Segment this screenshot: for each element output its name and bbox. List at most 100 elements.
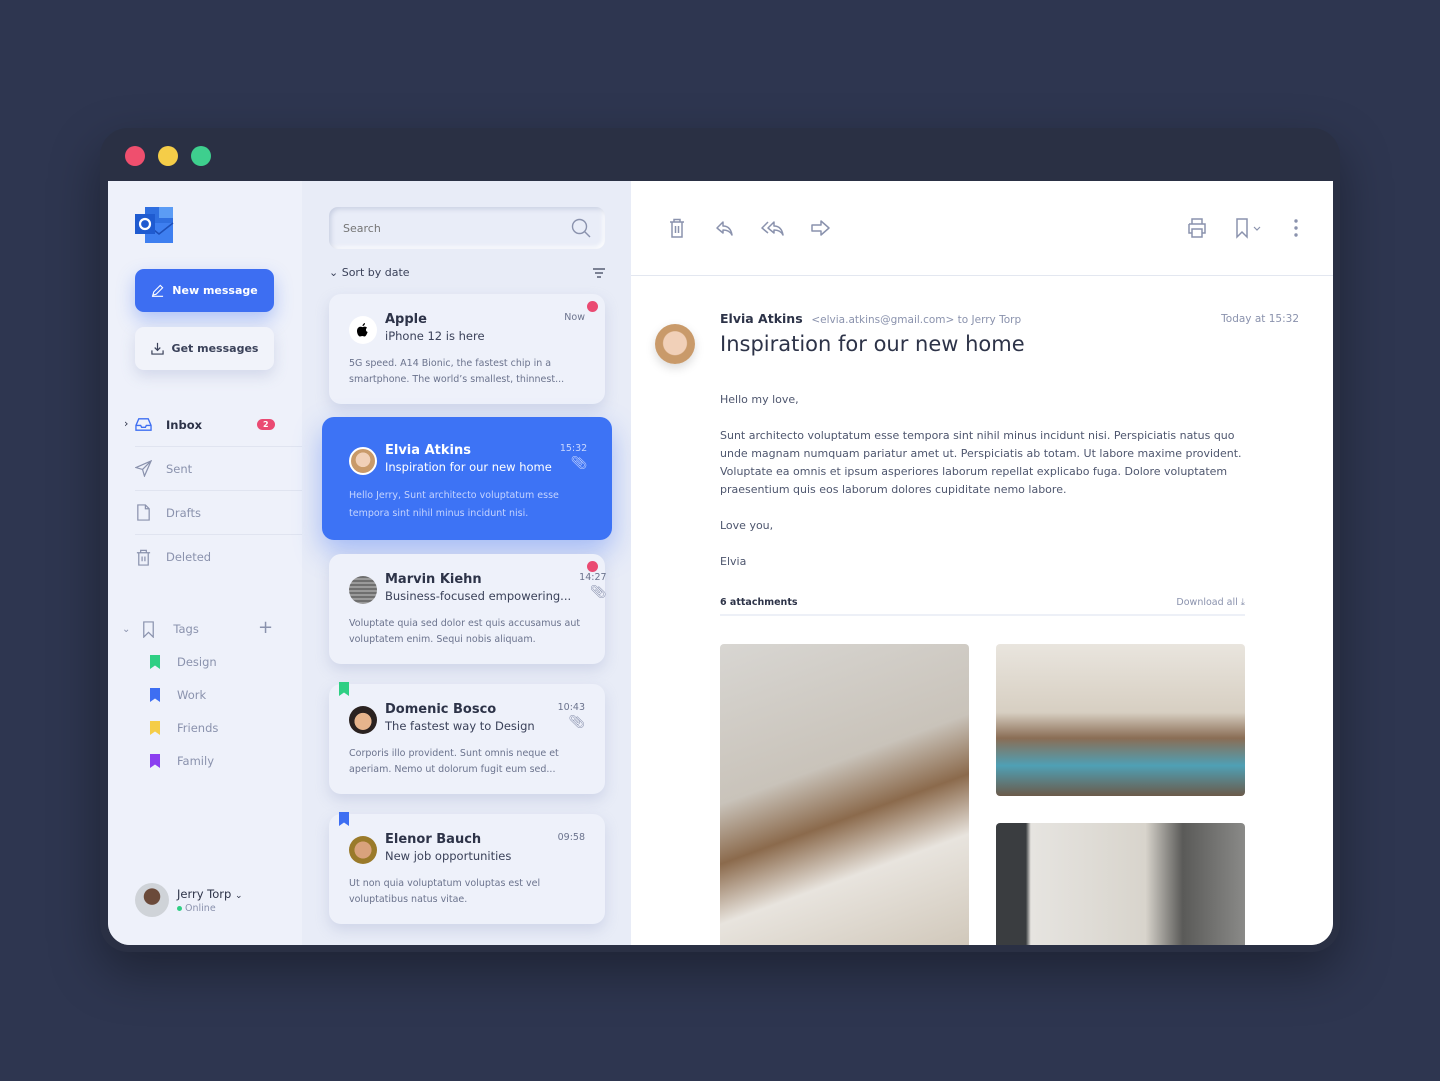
sender-name: Elvia Atkins bbox=[385, 443, 471, 458]
message-list: ⌄ Sort by date Apple iPhone 12 is here No… bbox=[302, 181, 631, 945]
chevron-down-icon: ⌄ bbox=[122, 623, 131, 635]
message-subject: Inspiration for our new home bbox=[385, 460, 552, 474]
reading-pane: Elvia Atkins <elvia.atkins@gmail.com> to… bbox=[631, 181, 1333, 945]
tag-label: Work bbox=[177, 688, 207, 702]
tag-icon bbox=[150, 655, 160, 669]
body-paragraph: Love you, bbox=[720, 519, 774, 532]
body-paragraph: Sunt architecto voluptatum esse tempora … bbox=[720, 429, 1242, 496]
user-name: Jerry Torp bbox=[177, 886, 232, 901]
avatar bbox=[349, 836, 377, 864]
tag-work[interactable]: Work bbox=[150, 688, 206, 702]
download-all-label: Download all bbox=[1176, 597, 1238, 608]
sidebar-item-label: Deleted bbox=[166, 550, 212, 564]
filter-icon[interactable] bbox=[593, 267, 605, 278]
get-messages-button[interactable]: Get messages bbox=[135, 327, 274, 370]
attachments-header: 6 attachments Download all ⤓ bbox=[720, 597, 1245, 616]
new-message-button[interactable]: New message bbox=[135, 269, 274, 312]
forward-icon[interactable] bbox=[810, 217, 832, 239]
attachment-image[interactable] bbox=[996, 823, 1245, 945]
sort-control[interactable]: ⌄ Sort by date bbox=[329, 266, 605, 279]
avatar bbox=[349, 706, 377, 734]
attachment-image[interactable] bbox=[996, 644, 1245, 796]
tag-label: Friends bbox=[177, 721, 219, 735]
minimize-button[interactable] bbox=[158, 146, 178, 166]
tag-icon bbox=[150, 721, 160, 735]
paperclip-icon: 📎︎ bbox=[590, 585, 607, 600]
send-icon bbox=[135, 460, 152, 477]
chevron-right-icon[interactable]: › bbox=[124, 417, 128, 430]
sidebar-item-inbox[interactable]: Inbox 2 bbox=[135, 403, 302, 447]
tag-label: Design bbox=[177, 655, 217, 669]
attachment-image[interactable] bbox=[720, 644, 969, 945]
reply-icon[interactable] bbox=[714, 217, 736, 239]
get-messages-label: Get messages bbox=[171, 342, 259, 355]
sidebar-item-label: Sent bbox=[166, 461, 193, 476]
tag-icon bbox=[150, 688, 160, 702]
message-time: 14:27 bbox=[579, 572, 607, 583]
message-time: 09:58 bbox=[557, 832, 585, 843]
tag-friends[interactable]: Friends bbox=[150, 721, 218, 735]
tag-design[interactable]: Design bbox=[150, 655, 217, 669]
message-header: Elvia Atkins <elvia.atkins@gmail.com> to… bbox=[720, 311, 1299, 356]
message-preview: Corporis illo provident. Sunt omnis nequ… bbox=[349, 748, 559, 775]
maximize-button[interactable] bbox=[191, 146, 211, 166]
sender-avatar bbox=[655, 324, 695, 364]
status-dot bbox=[177, 905, 182, 911]
message-subject: The fastest way to Design bbox=[385, 719, 535, 733]
more-icon[interactable] bbox=[1285, 217, 1307, 239]
list-item[interactable]: Apple iPhone 12 is here Now 5G speed. A14… bbox=[329, 294, 605, 404]
bookmark-dropdown-icon[interactable] bbox=[1234, 217, 1266, 239]
sidebar-item-label: Drafts bbox=[166, 505, 201, 520]
search-input[interactable] bbox=[343, 221, 488, 235]
trash-icon bbox=[136, 549, 151, 566]
close-button[interactable] bbox=[125, 146, 145, 166]
search-icon[interactable] bbox=[571, 218, 591, 238]
reply-all-icon[interactable] bbox=[761, 217, 787, 239]
unread-dot bbox=[587, 561, 598, 572]
avatar bbox=[349, 447, 377, 475]
list-item-selected[interactable]: Elvia Atkins Inspiration for our new home… bbox=[322, 417, 612, 540]
download-all-button[interactable]: Download all ⤓ bbox=[1176, 597, 1245, 608]
sidebar-item-drafts[interactable]: Drafts bbox=[135, 491, 302, 535]
message-preview: Voluptate quia sed dolor est quis accusa… bbox=[349, 618, 581, 645]
add-tag-button[interactable]: + bbox=[258, 617, 273, 638]
user-profile[interactable]: Jerry Torp ⌄ Online bbox=[135, 883, 243, 917]
message-subject: New job opportunities bbox=[385, 849, 512, 863]
list-item[interactable]: Domenic Bosco The fastest way to Design 1… bbox=[329, 682, 605, 794]
print-icon[interactable] bbox=[1186, 217, 1208, 239]
pencil-icon bbox=[152, 284, 164, 297]
message-subject: iPhone 12 is here bbox=[385, 329, 485, 343]
unread-dot bbox=[587, 301, 598, 312]
list-item[interactable]: Marvin Kiehn Business-focused empowering.… bbox=[329, 554, 607, 664]
apple-logo-icon bbox=[349, 316, 377, 344]
unread-badge: 2 bbox=[257, 419, 275, 430]
sender-name: Elenor Bauch bbox=[385, 832, 482, 847]
list-item[interactable]: Elenor Bauch New job opportunities 09:58 … bbox=[329, 812, 605, 924]
message-time: 10:43 bbox=[557, 702, 585, 713]
message-body: Hello my love, Sunt architecto voluptatu… bbox=[720, 391, 1250, 589]
download-icon: ⤓ bbox=[1240, 597, 1245, 608]
app-window: New message Get messages › Inbox 2 Sent … bbox=[100, 128, 1340, 952]
avatar bbox=[135, 883, 169, 917]
message-date: Today at 15:32 bbox=[1221, 313, 1299, 325]
tag-family[interactable]: Family bbox=[150, 754, 214, 768]
tag-icon bbox=[150, 754, 160, 768]
body-paragraph: Elvia bbox=[720, 555, 747, 568]
download-icon bbox=[150, 342, 164, 355]
trash-icon[interactable] bbox=[666, 217, 688, 239]
outlook-logo bbox=[135, 207, 174, 243]
paperclip-icon: 📎︎ bbox=[568, 715, 585, 730]
tags-label: Tags bbox=[173, 622, 199, 636]
sidebar: New message Get messages › Inbox 2 Sent … bbox=[108, 181, 302, 945]
attachments-count: 6 attachments bbox=[720, 597, 798, 608]
chevron-down-icon: ⌄ bbox=[234, 890, 243, 901]
sidebar-item-sent[interactable]: Sent bbox=[135, 447, 302, 491]
search-box[interactable] bbox=[329, 207, 605, 249]
sender-name: Apple bbox=[385, 312, 427, 327]
sender-meta: <elvia.atkins@gmail.com> to Jerry Torp bbox=[811, 314, 1022, 326]
sidebar-item-deleted[interactable]: Deleted bbox=[135, 535, 302, 579]
message-subject: Inspiration for our new home bbox=[720, 332, 1025, 356]
tag-design-icon bbox=[339, 682, 349, 696]
avatar bbox=[349, 576, 377, 604]
sidebar-item-label: Inbox bbox=[166, 417, 203, 432]
